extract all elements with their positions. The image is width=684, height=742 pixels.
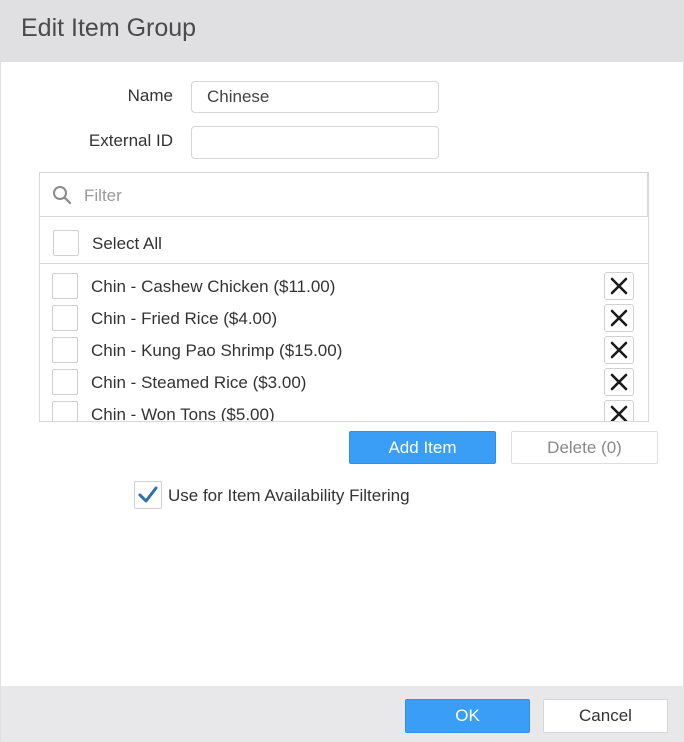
filter-input[interactable]	[82, 181, 626, 211]
item-list: Select All Chin - Cashew Chicken ($11.00…	[39, 172, 649, 422]
item-checkbox[interactable]	[52, 273, 78, 299]
remove-item-button[interactable]	[604, 304, 634, 332]
list-item: Chin - Cashew Chicken ($11.00)	[40, 270, 648, 302]
add-item-button[interactable]: Add Item	[349, 431, 496, 464]
remove-item-button[interactable]	[604, 336, 634, 364]
select-all-row: Select All	[40, 217, 648, 264]
external-id-label: External ID	[88, 131, 173, 150]
filter-box	[40, 173, 648, 217]
item-label: Chin - Steamed Rice ($3.00)	[91, 373, 307, 392]
item-checkbox[interactable]	[52, 369, 78, 395]
checkmark-icon	[138, 486, 158, 503]
remove-item-button[interactable]	[604, 400, 634, 421]
list-item: Chin - Kung Pao Shrimp ($15.00)	[40, 334, 648, 366]
availability-label: Use for Item Availability Filtering	[168, 486, 410, 505]
item-checkbox[interactable]	[52, 337, 78, 363]
dialog-footer: OK Cancel	[1, 686, 684, 742]
item-label: Chin - Won Tons ($5.00)	[91, 405, 275, 422]
select-all-checkbox[interactable]	[53, 230, 79, 256]
item-label: Chin - Cashew Chicken ($11.00)	[91, 277, 336, 296]
item-checkbox[interactable]	[52, 305, 78, 331]
edit-item-group-dialog: Edit Item Group Name External ID Select …	[0, 0, 684, 742]
list-item: Chin - Fried Rice ($4.00)	[40, 302, 648, 334]
name-label: Name	[127, 86, 173, 105]
search-icon	[53, 186, 72, 205]
item-checkbox[interactable]	[52, 401, 78, 421]
item-label: Chin - Kung Pao Shrimp ($15.00)	[91, 341, 343, 360]
ok-button[interactable]: OK	[405, 699, 530, 733]
remove-item-button[interactable]	[604, 368, 634, 396]
close-icon	[610, 341, 628, 359]
dialog-title: Edit Item Group	[21, 14, 197, 42]
list-item: Chin - Won Tons ($5.00)	[40, 398, 648, 422]
remove-item-button[interactable]	[604, 272, 634, 300]
external-id-input[interactable]	[191, 126, 439, 159]
name-input[interactable]	[191, 81, 439, 113]
cancel-button[interactable]: Cancel	[543, 699, 668, 733]
close-icon	[610, 309, 628, 327]
close-icon	[610, 373, 628, 391]
delete-button[interactable]: Delete (0)	[511, 431, 658, 464]
dialog-title-bar: Edit Item Group	[1, 0, 684, 62]
select-all-label: Select All	[92, 234, 162, 253]
close-icon	[610, 277, 628, 295]
list-item: Chin - Steamed Rice ($3.00)	[40, 366, 648, 398]
availability-checkbox[interactable]	[134, 481, 162, 509]
item-label: Chin - Fried Rice ($4.00)	[91, 309, 278, 328]
close-icon	[610, 405, 628, 421]
